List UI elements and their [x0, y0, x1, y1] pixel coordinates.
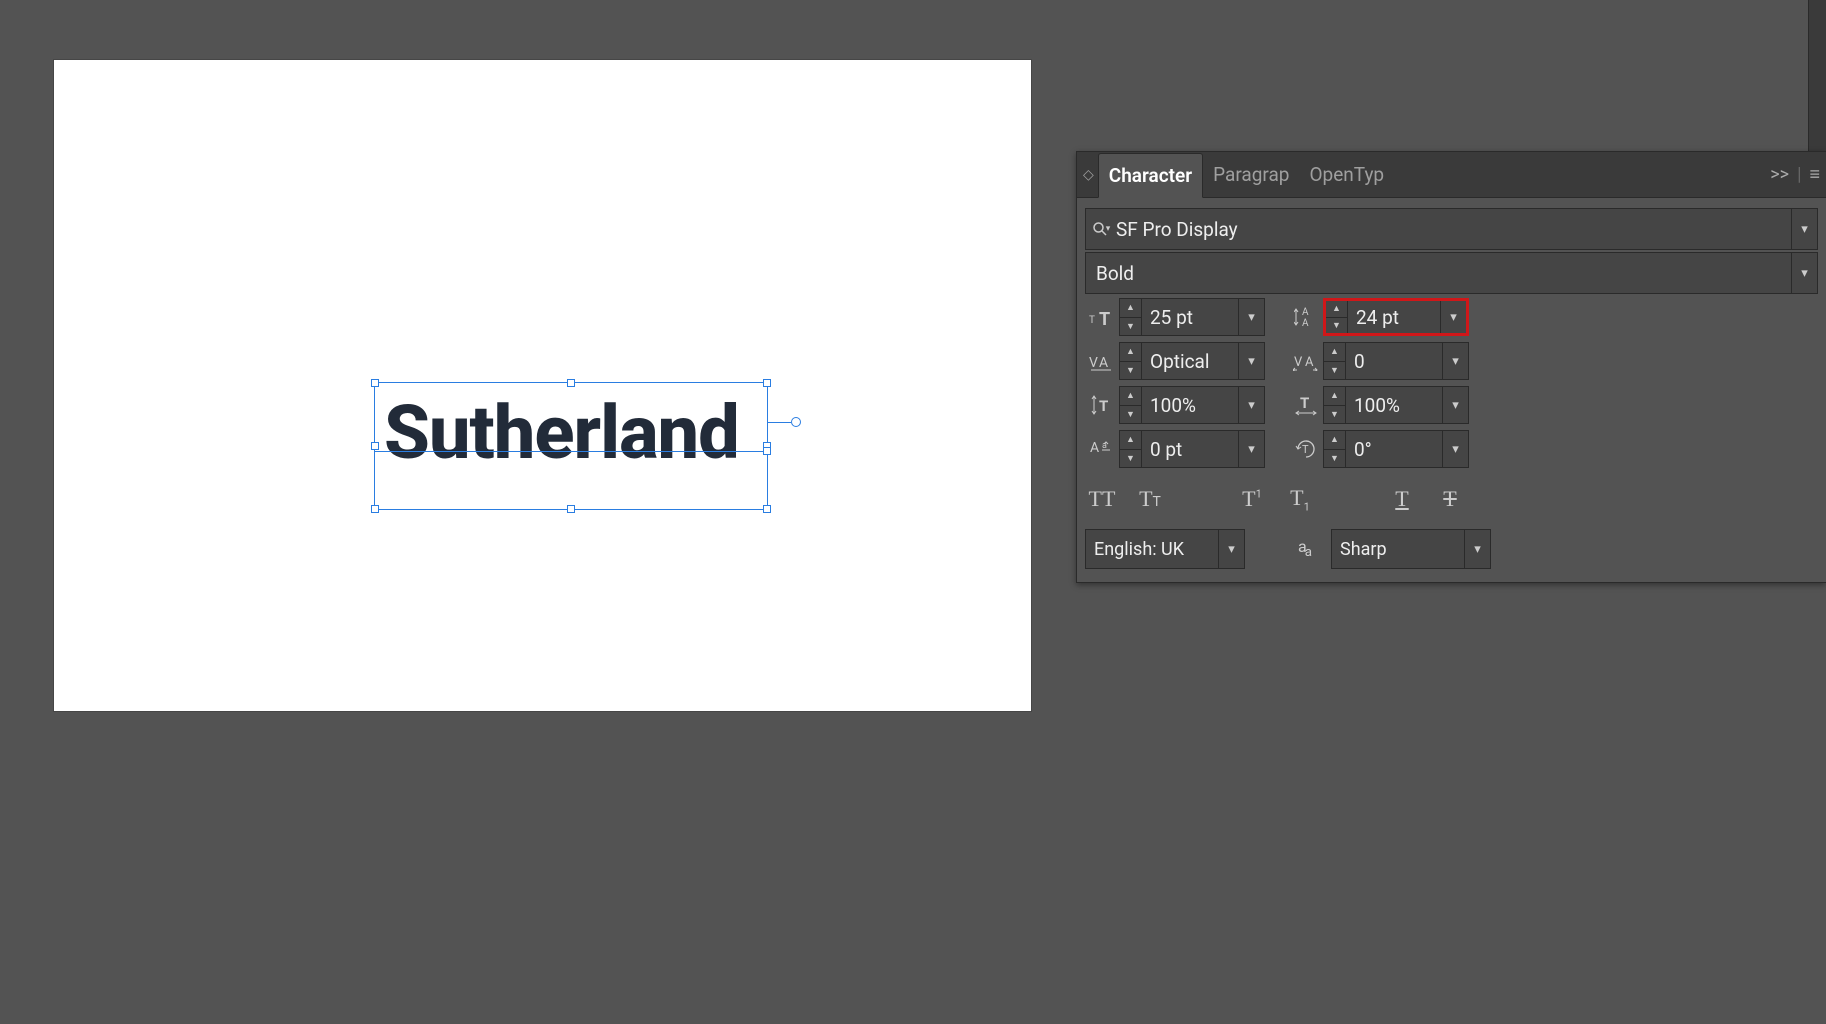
svg-text:T: T — [1089, 315, 1095, 326]
horizontal-scale-stepper[interactable]: ▲▼ — [1324, 387, 1346, 423]
resize-handle-tl[interactable] — [371, 379, 379, 387]
resize-handle-bl[interactable] — [371, 505, 379, 513]
char-rotation-stepper[interactable]: ▲▼ — [1324, 431, 1346, 467]
character-panel: ◇ Character Paragrap OpenTyp >> | ≡ ▾ ▾ … — [1076, 151, 1826, 583]
vertical-scale-field[interactable]: ▲▼ 100% ▾ — [1119, 386, 1265, 424]
leading-icon: AA — [1289, 298, 1323, 336]
antialias-value[interactable]: Sharp — [1332, 539, 1464, 560]
font-style-dropdown[interactable]: ▾ — [1791, 253, 1817, 293]
baseline-shift-stepper[interactable]: ▲▼ — [1120, 431, 1142, 467]
tracking-icon: VA — [1289, 342, 1323, 380]
vertical-scale-icon: T — [1085, 386, 1119, 424]
collapse-tabs-icon[interactable]: >> — [1770, 164, 1789, 185]
kerning-stepper[interactable]: ▲▼ — [1120, 343, 1142, 379]
svg-text:A: A — [1305, 355, 1314, 370]
superscript-button[interactable]: T1 — [1235, 482, 1269, 516]
baseline-shift-icon: Aa — [1085, 430, 1119, 468]
font-size-value[interactable]: 25 pt — [1142, 299, 1238, 335]
baseline-indicator — [375, 451, 767, 452]
search-icon[interactable]: ▾ — [1086, 221, 1116, 237]
resize-handle-ml[interactable] — [371, 442, 379, 450]
subscript-button[interactable]: T1 — [1283, 482, 1317, 516]
font-style-field[interactable]: Bold ▾ — [1085, 252, 1818, 294]
svg-text:T: T — [1099, 397, 1108, 415]
svg-text:V: V — [1294, 355, 1303, 370]
resize-handle-br[interactable] — [763, 505, 771, 513]
font-family-input[interactable] — [1116, 218, 1791, 241]
svg-text:A: A — [1302, 307, 1309, 318]
tracking-value[interactable]: 0 — [1346, 343, 1442, 379]
horizontal-scale-dropdown[interactable]: ▾ — [1442, 387, 1468, 423]
baseline-shift-dropdown[interactable]: ▾ — [1238, 431, 1264, 467]
horizontal-scale-icon: T — [1289, 386, 1323, 424]
font-size-icon: TT — [1085, 298, 1119, 336]
leading-value[interactable]: 24 pt — [1348, 301, 1440, 333]
svg-text:T: T — [1302, 443, 1309, 456]
language-field[interactable]: English: UK ▾ — [1085, 529, 1245, 569]
font-family-field[interactable]: ▾ ▾ — [1085, 208, 1818, 250]
tab-paragraph[interactable]: Paragrap — [1203, 152, 1299, 197]
svg-text:V: V — [1089, 355, 1098, 371]
horizontal-scale-field[interactable]: ▲▼ 100% ▾ — [1323, 386, 1469, 424]
font-size-field[interactable]: ▲▼ 25 pt ▾ — [1119, 298, 1265, 336]
strikethrough-button[interactable]: T — [1433, 482, 1467, 516]
rotate-handle[interactable] — [791, 417, 801, 427]
antialias-dropdown[interactable]: ▾ — [1464, 530, 1490, 568]
svg-text:A: A — [1090, 440, 1099, 456]
svg-text:T: T — [1099, 309, 1110, 327]
resize-handle-bc[interactable] — [567, 505, 575, 513]
tab-character[interactable]: Character — [1098, 153, 1203, 198]
svg-text:A: A — [1302, 318, 1309, 328]
rotate-stem — [767, 422, 791, 423]
baseline-handle[interactable] — [763, 447, 771, 455]
vertical-scale-value[interactable]: 100% — [1142, 387, 1238, 423]
underline-button[interactable]: T — [1385, 482, 1419, 516]
char-rotation-dropdown[interactable]: ▾ — [1442, 431, 1468, 467]
horizontal-scale-value[interactable]: 100% — [1346, 387, 1442, 423]
small-caps-button[interactable]: TT — [1133, 482, 1167, 516]
panel-menu-icon[interactable]: ≡ — [1809, 164, 1820, 185]
divider: | — [1797, 164, 1801, 185]
svg-text:A: A — [1099, 355, 1108, 371]
panel-body: ▾ ▾ Bold ▾ TT ▲▼ 25 pt ▾ — [1077, 198, 1826, 582]
all-caps-button[interactable]: TT — [1085, 482, 1119, 516]
kerning-dropdown[interactable]: ▾ — [1238, 343, 1264, 379]
font-size-stepper[interactable]: ▲▼ — [1120, 299, 1142, 335]
language-value[interactable]: English: UK — [1086, 539, 1218, 560]
char-rotation-icon: T — [1289, 430, 1323, 468]
char-rotation-value[interactable]: 0° — [1346, 431, 1442, 467]
resize-handle-tr[interactable] — [763, 379, 771, 387]
leading-stepper[interactable]: ▲▼ — [1326, 301, 1348, 333]
antialias-field[interactable]: Sharp ▾ — [1331, 529, 1491, 569]
baseline-shift-value[interactable]: 0 pt — [1142, 431, 1238, 467]
baseline-shift-field[interactable]: ▲▼ 0 pt ▾ — [1119, 430, 1265, 468]
artboard[interactable]: Sutherland — [54, 60, 1031, 711]
svg-text:T: T — [1300, 394, 1309, 412]
vertical-scale-stepper[interactable]: ▲▼ — [1120, 387, 1142, 423]
tracking-stepper[interactable]: ▲▼ — [1324, 343, 1346, 379]
kerning-icon: VA — [1085, 342, 1119, 380]
tracking-field[interactable]: ▲▼ 0 ▾ — [1323, 342, 1469, 380]
kerning-value[interactable]: Optical — [1142, 343, 1238, 379]
vertical-scale-dropdown[interactable]: ▾ — [1238, 387, 1264, 423]
resize-handle-tc[interactable] — [567, 379, 575, 387]
panel-tabs: ◇ Character Paragrap OpenTyp >> | ≡ — [1077, 152, 1826, 198]
text-transform-row: TT TT T1 T1 T T — [1085, 476, 1818, 522]
tab-opentype[interactable]: OpenTyp — [1299, 152, 1394, 197]
kerning-field[interactable]: ▲▼ Optical ▾ — [1119, 342, 1265, 380]
panel-gripper-icon[interactable]: ◇ — [1083, 167, 1094, 183]
leading-dropdown[interactable]: ▾ — [1440, 301, 1466, 333]
tracking-dropdown[interactable]: ▾ — [1442, 343, 1468, 379]
char-rotation-field[interactable]: ▲▼ 0° ▾ — [1323, 430, 1469, 468]
leading-field[interactable]: ▲▼ 24 pt ▾ — [1323, 298, 1469, 336]
font-family-dropdown[interactable]: ▾ — [1791, 209, 1817, 249]
text-selection-bounds[interactable] — [374, 382, 768, 510]
language-dropdown[interactable]: ▾ — [1218, 530, 1244, 568]
font-style-value[interactable]: Bold — [1086, 262, 1791, 285]
antialias-icon: aa — [1289, 537, 1319, 560]
font-size-dropdown[interactable]: ▾ — [1238, 299, 1264, 335]
